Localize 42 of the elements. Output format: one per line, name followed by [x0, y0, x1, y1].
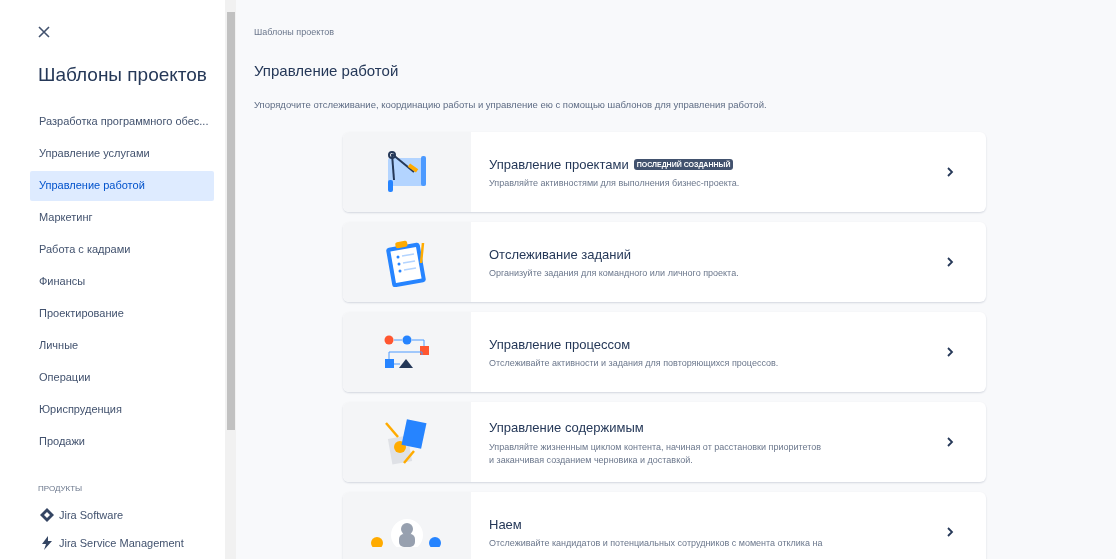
template-card[interactable]: Управление содержимым Управляйте жизненным циклом контента, начиная от расстановки приоритетов и заканчивая созданием черновика и доставкой. [343, 402, 986, 483]
template-card[interactable]: Наем Отслеживайте кандидатов и потенциальных сотрудников с момента отклика на [343, 492, 986, 559]
category-item[interactable]: Разработка программного обес... [30, 106, 214, 137]
template-description: Управляйте активностями для выполнения бизнес-проекта. [489, 177, 741, 190]
template-title: Наем [489, 515, 522, 534]
scrollbar[interactable] [225, 0, 236, 559]
breadcrumb[interactable]: Шаблоны проектов [254, 26, 986, 40]
process-flow-icon [384, 334, 430, 371]
template-description: Отслеживайте активности и задания для повторяющихся процессов. [489, 357, 780, 370]
template-card[interactable]: Управление процессом Отслеживайте активности и задания для повторяющихся процессов. [343, 312, 986, 393]
category-item[interactable]: Маркетинг [30, 202, 214, 233]
sidebar-title: Шаблоны проектов [38, 63, 208, 87]
template-description: Организуйте задания для командного или личного проекта. [489, 267, 740, 280]
lightning-icon [40, 536, 54, 551]
template-title: Управление проектами [489, 155, 629, 174]
chevron-right-icon [946, 347, 954, 358]
chevron-right-icon [946, 527, 954, 538]
template-description: Управляйте жизненным циклом контента, начиная от расстановки приоритетов и заканчивая созданием черновика и доставкой. [489, 440, 822, 467]
products-heading: ПРОДУКТЫ [38, 482, 84, 495]
category-item[interactable]: Работа с кадрами [30, 234, 214, 265]
category-item[interactable]: Финансы [30, 266, 214, 297]
close-icon[interactable] [36, 24, 52, 40]
chevron-right-icon [946, 167, 954, 178]
template-card[interactable]: Отслеживание заданий Организуйте задания для командного или личного проекта. [343, 222, 986, 303]
page-description: Упорядочите отслеживание, координацию работы и управление ею с помощью шаблонов для управления работой. [254, 98, 768, 112]
category-item[interactable]: Операции [30, 362, 214, 393]
category-item[interactable]: Проектирование [30, 298, 214, 329]
category-item[interactable]: Управление работой [30, 170, 214, 201]
product-item[interactable]: Jira Service Management [40, 535, 214, 552]
category-item[interactable]: Личные [30, 330, 214, 361]
template-title: Отслеживание заданий [489, 245, 632, 264]
diamond-icon [40, 507, 54, 522]
page-heading: Управление работой [254, 60, 400, 81]
category-item[interactable]: Юриспруденция [30, 394, 214, 425]
template-title: Управление процессом [489, 335, 631, 354]
category-item[interactable]: Управление услугами [30, 138, 214, 169]
chevron-right-icon [946, 437, 954, 448]
product-item[interactable]: Jira Software [40, 506, 214, 523]
chevron-right-icon [946, 257, 954, 268]
template-description: Отслеживайте кандидатов и потенциальных сотрудников с момента отклика на [489, 537, 824, 550]
category-item[interactable]: Продажи [30, 426, 214, 457]
template-title: Управление содержимым [489, 419, 644, 437]
